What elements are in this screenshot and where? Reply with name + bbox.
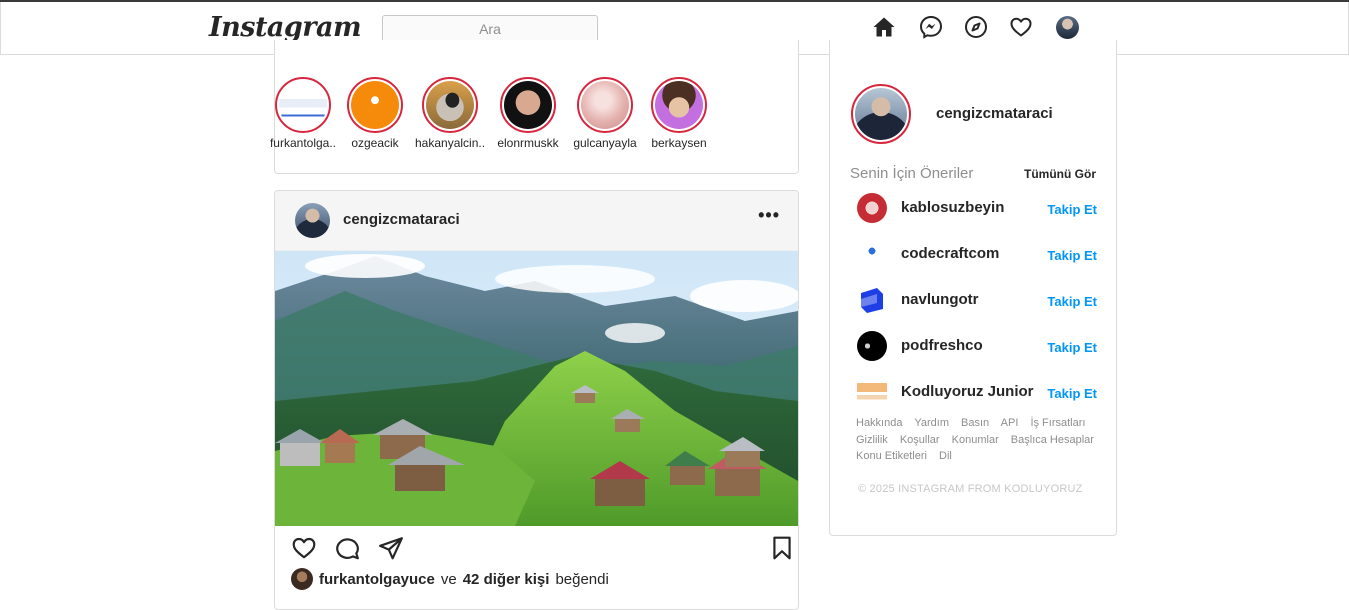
more-options-icon[interactable]: ••• — [758, 205, 780, 226]
footer-link[interactable]: İş Fırsatları — [1030, 417, 1085, 429]
stories-tray: furkantolga.. ozgeacik hakanyalcin.. elo… — [270, 40, 799, 174]
heart-icon[interactable] — [1008, 14, 1034, 40]
footer-link[interactable]: Yardım — [914, 417, 949, 429]
likes-summary: furkantolgayuce ve 42 diğer kişi beğendi — [291, 568, 609, 590]
suggestion-username[interactable]: kablosuzbeyin — [901, 199, 1004, 216]
footer-link[interactable]: Koşullar — [900, 434, 940, 446]
footer-link[interactable]: Konumlar — [952, 434, 999, 446]
share-icon[interactable] — [378, 535, 404, 561]
instagram-logo[interactable]: Instagram — [209, 12, 362, 43]
footer-link[interactable]: Konu Etiketleri — [856, 450, 927, 462]
suggestion-item: podfreshco Takip Et — [857, 331, 1102, 363]
post-actions-bar — [275, 526, 798, 566]
story-item[interactable]: ozgeacik — [340, 77, 410, 150]
follow-button[interactable]: Takip Et — [1047, 294, 1097, 309]
like-icon[interactable] — [291, 535, 317, 561]
explore-icon[interactable] — [963, 14, 989, 40]
likes-connector: ve — [440, 570, 457, 588]
suggestion-username[interactable]: navlungotr — [901, 291, 979, 308]
suggestion-item: Kodluyoruz Junior Takip Et — [857, 377, 1102, 409]
current-user-avatar[interactable] — [851, 84, 911, 144]
comment-icon[interactable] — [334, 535, 360, 561]
suggestion-item: codecraftcom Takip Et — [857, 239, 1102, 271]
liker-username[interactable]: furkantolgayuce — [319, 571, 435, 588]
home-icon[interactable] — [871, 14, 897, 40]
feed-post: cengizcmataraci ••• furkantolgayuce ve 4… — [274, 190, 799, 610]
suggestions-title: Senin İçin Öneriler — [850, 165, 974, 182]
footer-links: Hakkında Yardım Basın API İş Fırsatları … — [856, 415, 1106, 465]
suggestion-item: navlungotr Takip Et — [857, 285, 1102, 317]
liker-avatar[interactable] — [291, 568, 313, 590]
story-avatar — [279, 81, 327, 129]
suggestion-item: kablosuzbeyin Takip Et — [857, 193, 1102, 225]
messenger-icon[interactable] — [918, 14, 944, 40]
story-username: gulcanyayla — [573, 136, 637, 150]
bookmark-icon[interactable] — [769, 535, 795, 561]
codecraft-logo-icon[interactable] — [857, 239, 887, 269]
story-avatar — [504, 81, 552, 129]
post-author-avatar[interactable] — [295, 203, 330, 238]
story-item[interactable]: hakanyalcin.. — [415, 77, 485, 150]
follow-button[interactable]: Takip Et — [1047, 340, 1097, 355]
story-username: furkantolga.. — [269, 136, 337, 150]
brain-logo-icon[interactable] — [857, 193, 887, 223]
footer-link[interactable]: Dil — [939, 450, 952, 462]
likes-suffix: beğendi — [555, 570, 609, 588]
story-avatar — [426, 81, 474, 129]
footer-link[interactable]: Gizlilik — [856, 434, 888, 446]
copyright-text: © 2025 INSTAGRAM FROM KODLUYORUZ — [858, 483, 1083, 495]
navlungo-logo-icon[interactable] — [857, 285, 887, 315]
current-user-username[interactable]: cengizcmataraci — [936, 105, 1053, 122]
story-avatar — [655, 81, 703, 129]
search-input[interactable] — [382, 15, 598, 43]
right-sidebar: cengizcmataraci Senin İçin Öneriler Tümü… — [829, 40, 1117, 536]
story-item[interactable]: berkaysen — [644, 77, 714, 150]
footer-link[interactable]: Basın — [961, 417, 989, 429]
follow-button[interactable]: Takip Et — [1047, 202, 1097, 217]
follow-button[interactable]: Takip Et — [1047, 386, 1097, 401]
footer-link[interactable]: API — [1001, 417, 1019, 429]
story-username: berkaysen — [651, 136, 707, 150]
footer-link[interactable]: Hakkında — [856, 417, 902, 429]
profile-avatar[interactable] — [1056, 16, 1079, 39]
likes-others[interactable]: 42 diğer kişi — [463, 571, 550, 588]
podfresh-logo-icon[interactable] — [857, 331, 887, 361]
follow-button[interactable]: Takip Et — [1047, 248, 1097, 263]
post-header: cengizcmataraci ••• — [275, 191, 798, 251]
post-image[interactable] — [275, 251, 798, 526]
story-item[interactable]: elonrmuskk — [493, 77, 563, 150]
story-item[interactable]: gulcanyayla — [570, 77, 640, 150]
story-avatar — [581, 81, 629, 129]
suggestion-username[interactable]: Kodluyoruz Junior — [901, 383, 1034, 400]
story-username: ozgeacik — [351, 136, 399, 150]
kodluyoruz-junior-logo-icon[interactable] — [857, 377, 887, 407]
suggestion-username[interactable]: podfreshco — [901, 337, 983, 354]
footer-link[interactable]: Başlıca Hesaplar — [1011, 434, 1094, 446]
see-all-link[interactable]: Tümünü Gör — [1024, 167, 1096, 181]
suggestion-username[interactable]: codecraftcom — [901, 245, 999, 262]
story-username: elonrmuskk — [497, 136, 559, 150]
story-username: hakanyalcin.. — [415, 136, 486, 150]
post-author-username[interactable]: cengizcmataraci — [343, 211, 460, 228]
story-avatar — [351, 81, 399, 129]
story-item[interactable]: furkantolga.. — [268, 77, 338, 150]
